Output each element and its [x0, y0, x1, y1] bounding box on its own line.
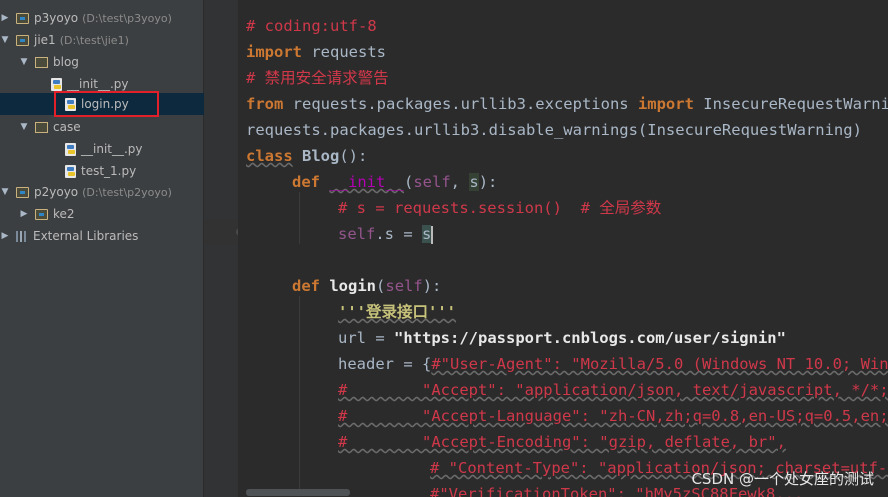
package-folder-icon [35, 121, 48, 133]
collapse-arrow-icon[interactable]: ▼ [0, 35, 10, 45]
expand-arrow-icon[interactable]: ▶ [19, 209, 29, 219]
class-name: Blog [292, 147, 340, 165]
keyword: import [637, 95, 694, 113]
project-name: p3yoyo [34, 11, 79, 25]
project-path: (D:\test\p2yoyo) [82, 185, 172, 199]
python-file-icon [65, 142, 76, 156]
text-caret [431, 225, 434, 244]
folder-name: ke2 [53, 207, 75, 221]
code-text: requests [302, 43, 386, 61]
file-name: test_1.py [81, 164, 137, 178]
code-line: class Blog(): [246, 143, 367, 169]
folder-name: case [53, 120, 81, 134]
python-file-icon [51, 77, 62, 91]
code-line: requests.packages.urllib3.disable_warnin… [246, 117, 862, 143]
param-s: s [469, 173, 479, 191]
comment: # 禁用安全请求警告 [246, 69, 389, 87]
collapse-arrow-icon[interactable]: ▼ [19, 122, 29, 132]
tree-item-p3yoyo[interactable]: ▶ p3yoyo (D:\test\p3yoyo) [0, 7, 203, 29]
comment: # "Accept": "application/json, text/java… [338, 381, 888, 399]
tree-item-p2yoyo[interactable]: ▼ p2yoyo (D:\test\p2yoyo) [0, 181, 203, 203]
project-name: p2yoyo [34, 185, 79, 199]
comment: # coding:utf-8 [246, 17, 377, 35]
code-line: import requests [246, 39, 386, 65]
project-path: (D:\test\p3yoyo) [82, 11, 172, 25]
folder-icon [16, 186, 29, 198]
tree-item-case[interactable]: ▼ case [0, 116, 222, 138]
code-line: # "Accept-Encoding": "gzip, deflate, br"… [338, 429, 786, 455]
keyword: def [292, 173, 320, 191]
project-name: jie1 [34, 33, 56, 47]
tree-item-jie1[interactable]: ▼ jie1 (D:\test\jie1) [0, 29, 203, 51]
file-name: __init__.py [67, 77, 129, 91]
keyword: class [246, 147, 293, 165]
tree-item-ke2[interactable]: ▶ ke2 [0, 203, 222, 225]
docstring: '''登录接口''' [338, 303, 456, 321]
python-file-icon [65, 164, 76, 178]
keyword: import [246, 43, 302, 61]
comment: # "Accept-Language": "zh-CN,zh;q=0.8,en-… [338, 407, 888, 425]
code-line: # "Accept": "application/json, text/java… [338, 377, 888, 403]
collapse-arrow-icon[interactable]: ▼ [0, 187, 10, 197]
comment: # "Accept-Encoding": "gzip, deflate, br"… [338, 433, 786, 451]
function-name: __init__ [329, 173, 404, 191]
code-line: '''登录接口''' [338, 299, 456, 325]
project-path: (D:\test\jie1) [59, 33, 129, 47]
highlight-box [54, 91, 159, 117]
code-line: header = {#"User-Agent": "Mozilla/5.0 (W… [338, 351, 888, 377]
code-line: def login(self): [292, 277, 442, 295]
self-keyword: self [338, 225, 376, 243]
expand-arrow-icon[interactable]: ▶ [0, 231, 10, 241]
comment: #"User-Agent": "Mozilla/5.0 (Windows NT … [431, 355, 888, 373]
code-text: requests.packages.urllib3.exceptions [283, 95, 638, 113]
code-line: # "Accept-Language": "zh-CN,zh;q=0.8,en-… [338, 403, 888, 429]
code-line: # 禁用安全请求警告 [246, 65, 389, 91]
code-editor[interactable]: # coding:utf-8 import requests # 禁用安全请求警… [238, 0, 888, 497]
folder-name: blog [53, 55, 79, 69]
code-text: header = { [338, 355, 432, 373]
code-line: def __init__(self, s): [292, 173, 498, 191]
tree-item-external-libraries[interactable]: ▶ External Libraries [0, 225, 203, 247]
horizontal-scrollbar[interactable] [246, 489, 350, 496]
folder-icon [16, 12, 29, 24]
indent-guide [299, 192, 300, 244]
folder-icon [35, 208, 48, 220]
watermark: CSDN @一个处女座的测试 [691, 470, 874, 488]
code-text: InsecureRequestWarning [693, 95, 888, 113]
collapse-arrow-icon[interactable]: ▼ [19, 57, 29, 67]
code-line: # coding:utf-8 [246, 13, 377, 39]
code-line: # s = requests.session() # 全局参数 [338, 195, 661, 221]
libraries-label: External Libraries [33, 229, 139, 243]
code-line: self.s = s [338, 225, 434, 244]
file-name: __init__.py [81, 142, 143, 156]
code-text: requests.packages.urllib3.disable_warnin… [246, 121, 862, 139]
string-literal: "https://passport.cnblogs.com/user/signi… [394, 329, 786, 347]
keyword: def [292, 277, 320, 295]
comment: # s = requests.session() # 全局参数 [338, 199, 662, 217]
code-line: from requests.packages.urllib3.exception… [246, 91, 888, 117]
code-line: url = "https://passport.cnblogs.com/user… [338, 325, 786, 351]
self-keyword: self [385, 277, 423, 295]
code-text: url = [338, 329, 394, 347]
expand-arrow-icon[interactable]: ▶ [0, 13, 10, 23]
folder-icon [16, 34, 29, 46]
project-tree: ▶ p3yoyo (D:\test\p3yoyo) ▼ jie1 (D:\tes… [0, 0, 268, 497]
keyword: from [246, 95, 284, 113]
param-s: s [422, 225, 432, 243]
ide-window: ▶ p3yoyo (D:\test\p3yoyo) ▼ jie1 (D:\tes… [0, 0, 888, 497]
indent-guide [299, 296, 300, 496]
package-folder-icon [35, 56, 48, 68]
code-text: (): [339, 147, 368, 165]
function-name: login [329, 277, 377, 295]
tree-item-blog[interactable]: ▼ blog [0, 51, 222, 73]
self-keyword: self [413, 173, 451, 191]
editor-gutter [204, 0, 238, 497]
libraries-icon [16, 230, 28, 242]
